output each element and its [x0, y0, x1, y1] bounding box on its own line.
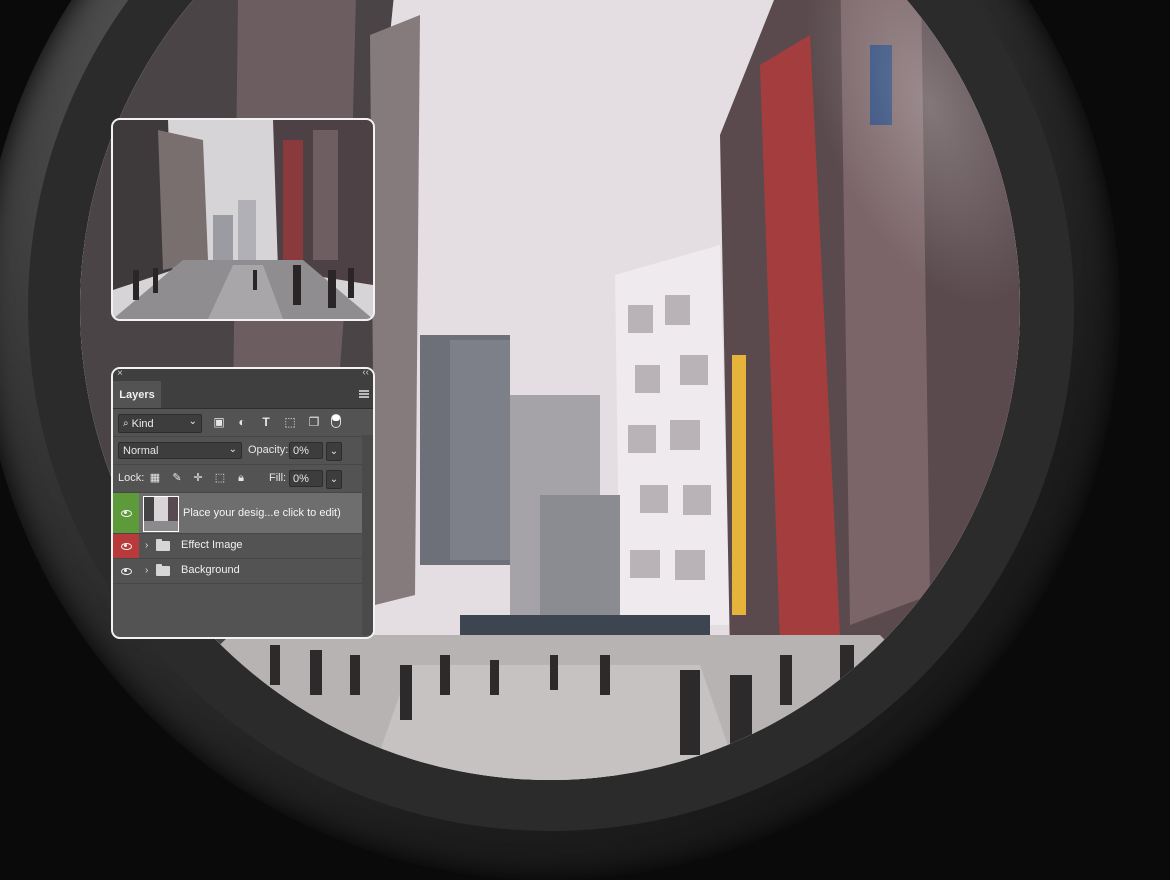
opacity-dropdown-icon[interactable]: ⌄	[326, 442, 342, 461]
search-icon: ⌕	[123, 418, 129, 429]
type-filter-icon[interactable]: T	[259, 415, 273, 429]
visibility-toggle[interactable]	[113, 493, 139, 533]
preview-street-image	[113, 120, 373, 319]
blend-row: Normal ⌄ Opacity: 0% ⌄	[113, 437, 373, 465]
blend-mode-select[interactable]: Normal ⌄	[118, 442, 242, 459]
fill-label: Fill:	[269, 472, 287, 484]
eye-icon	[120, 567, 132, 575]
shape-filter-icon[interactable]: ⬚	[283, 415, 297, 429]
adjustment-filter-icon[interactable]: ◐	[235, 415, 249, 429]
layer-thumbnail-image	[144, 497, 178, 531]
folder-icon	[156, 564, 170, 576]
visibility-toggle[interactable]	[113, 559, 139, 583]
lock-artboard-icon[interactable]: ⬚	[213, 471, 227, 485]
filter-toggle-icon[interactable]	[331, 414, 341, 428]
folder-icon	[156, 539, 170, 551]
panel-tab-row: Layers	[113, 381, 373, 409]
panel-scrollbar[interactable]	[362, 435, 373, 635]
chevron-right-icon[interactable]: ›	[145, 540, 148, 551]
filter-row: ⌕ Kind ⌄ ▣ ◐ T ⬚ ❐	[113, 409, 373, 437]
tab-layers[interactable]: Layers	[113, 381, 161, 408]
filter-kind-label: Kind	[131, 417, 154, 430]
opacity-field[interactable]: 0%	[289, 442, 323, 459]
lock-all-icon[interactable]: 🔒︎	[234, 471, 248, 485]
hamburger-icon[interactable]	[359, 390, 369, 398]
layer-row-background[interactable]: › Background	[113, 559, 373, 584]
filter-kind-select[interactable]: ⌕ Kind ⌄	[118, 414, 202, 433]
layer-thumbnail	[143, 496, 179, 532]
opacity-label: Opacity:	[248, 444, 289, 456]
eye-icon	[120, 542, 132, 550]
layer-name: Place your desig...e click to edit)	[183, 507, 341, 519]
opacity-value: 0%	[293, 444, 309, 457]
image-filter-icon[interactable]: ▣	[212, 415, 226, 429]
group-name: Effect Image	[181, 539, 243, 551]
double-chevron-icon[interactable]: ‹‹	[362, 369, 369, 378]
fill-dropdown-icon[interactable]: ⌄	[326, 470, 342, 489]
panel-title-bar: × ‹‹	[113, 369, 373, 381]
group-name: Background	[181, 564, 240, 576]
lock-row: Lock: ▦ ✎ ✛ ⬚ 🔒︎ Fill: 0% ⌄	[113, 465, 373, 493]
chevron-down-icon: ⌄	[228, 444, 237, 455]
preview-thumbnail	[111, 118, 375, 321]
layer-row-smart-object[interactable]: Place your desig...e click to edit)	[113, 493, 373, 534]
layers-panel: × ‹‹ Layers ⌕ Kind ⌄ ▣ ◐ T ⬚ ❐ Normal ⌄ …	[111, 367, 375, 639]
blend-mode-value: Normal	[123, 444, 159, 457]
layer-row-effect-image[interactable]: › Effect Image	[113, 534, 373, 559]
lock-label: Lock:	[118, 472, 145, 484]
visibility-toggle[interactable]	[113, 534, 139, 558]
smart-object-filter-icon[interactable]: ❐	[307, 415, 321, 429]
eye-icon	[120, 509, 132, 517]
fill-value: 0%	[293, 472, 309, 485]
lock-move-icon[interactable]: ✛	[191, 471, 205, 485]
chevron-right-icon[interactable]: ›	[145, 565, 148, 576]
close-icon[interactable]: ×	[117, 369, 123, 379]
fill-field[interactable]: 0%	[289, 470, 323, 487]
lock-paint-icon[interactable]: ✎	[170, 471, 184, 485]
lock-transparent-icon[interactable]: ▦	[148, 471, 162, 485]
chevron-down-icon: ⌄	[188, 416, 197, 427]
